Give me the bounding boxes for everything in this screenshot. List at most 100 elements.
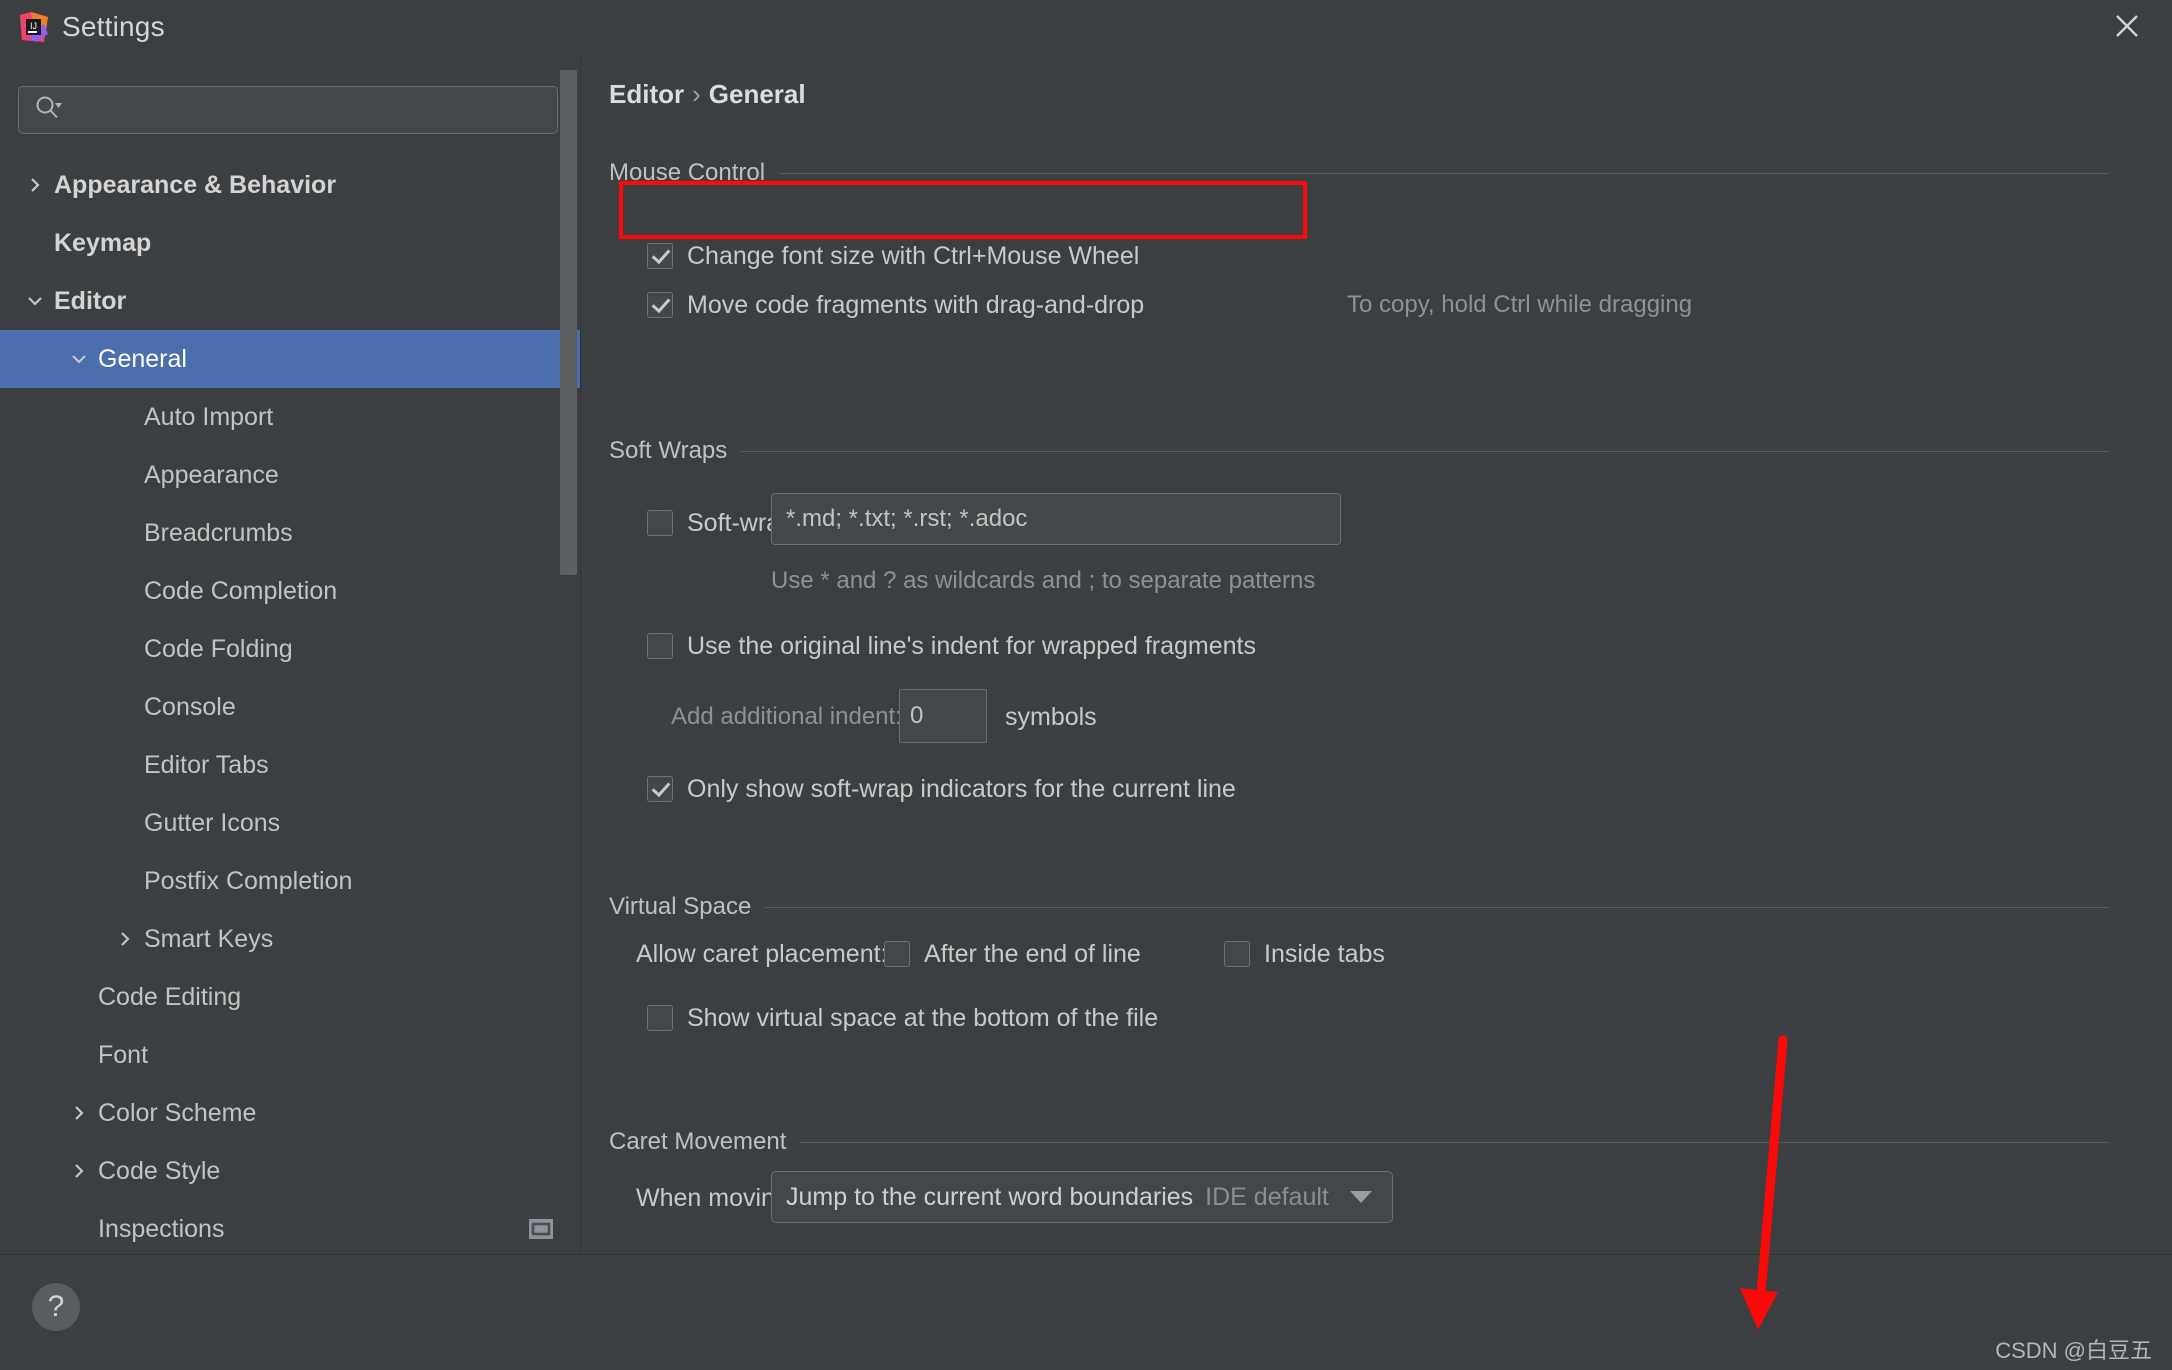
checkbox-only-show-indicators-row[interactable]: Only show soft-wrap indicators for the c… <box>647 774 1236 804</box>
wildcard-hint: Use * and ? as wildcards and ; to separa… <box>771 566 1315 596</box>
checkbox-move-code-fragments[interactable] <box>647 292 673 318</box>
checkbox-change-font-size-label: Change font size with Ctrl+Mouse Wheel <box>687 242 1140 270</box>
sidebar-item-console[interactable]: Console <box>0 678 580 736</box>
window-title: Settings <box>62 11 165 42</box>
sidebar-item-label: Code Editing <box>98 983 242 1011</box>
checkbox-show-virtual-space-row[interactable]: Show virtual space at the bottom of the … <box>647 1003 1158 1033</box>
sidebar-scrollbar[interactable] <box>557 56 579 1253</box>
sidebar-item-code-completion[interactable]: Code Completion <box>0 562 580 620</box>
sidebar-item-appearance[interactable]: Appearance <box>0 446 580 504</box>
sidebar-item-label: Editor Tabs <box>144 751 269 779</box>
sidebar-item-code-editing[interactable]: Code Editing <box>0 968 580 1026</box>
sidebar-item-label: Appearance & Behavior <box>54 171 337 199</box>
sidebar-scrollbar-thumb[interactable] <box>560 70 577 575</box>
help-button[interactable]: ? <box>32 1283 80 1331</box>
checkbox-original-indent[interactable] <box>647 633 673 659</box>
checkbox-only-show-indicators[interactable] <box>647 776 673 802</box>
section-mouse-control: Mouse Control <box>609 160 2109 186</box>
checkbox-inside-tabs-label: Inside tabs <box>1264 940 1385 968</box>
sidebar-item-label: Color Scheme <box>98 1099 257 1127</box>
sidebar-item-color-scheme[interactable]: Color Scheme <box>0 1084 580 1142</box>
chevron-down-icon[interactable] <box>24 290 46 312</box>
section-divider <box>800 1141 2109 1143</box>
sidebar-item-label: Code Completion <box>144 577 338 605</box>
chevron-right-icon[interactable] <box>24 174 46 196</box>
sidebar-item-label: Console <box>144 693 236 721</box>
chevron-down-icon[interactable] <box>1350 1191 1372 1203</box>
section-title-mouse-control: Mouse Control <box>609 159 766 186</box>
sidebar-item-editor[interactable]: Editor <box>0 272 580 330</box>
sidebar-item-label: Editor <box>54 287 127 315</box>
checkbox-show-virtual-space[interactable] <box>647 1005 673 1031</box>
title-bar: IJ Settings <box>0 0 2172 56</box>
settings-sidebar: Appearance & Behavior Keymap Editor General… <box>0 56 581 1253</box>
additional-indent-input[interactable] <box>899 689 987 743</box>
checkbox-inside-tabs[interactable] <box>1224 941 1250 967</box>
checkbox-change-font-size-row[interactable]: Change font size with Ctrl+Mouse Wheel <box>647 241 1139 271</box>
section-title-soft-wraps: Soft Wraps <box>609 437 728 464</box>
sidebar-item-smart-keys[interactable]: Smart Keys <box>0 910 580 968</box>
sidebar-item-breadcrumbs[interactable]: Breadcrumbs <box>0 504 580 562</box>
close-icon[interactable] <box>2090 0 2164 52</box>
wildcard-hint-text: Use * and ? as wildcards and ; to separa… <box>771 567 1316 594</box>
settings-content-panel: Editor › General Mouse Control Change font… <box>581 56 2172 1253</box>
checkbox-inside-tabs-row[interactable]: Inside tabs <box>1224 939 1385 969</box>
checkbox-original-indent-label: Use the original line's indent for wrapp… <box>687 632 1256 660</box>
checkbox-show-virtual-space-label: Show virtual space at the bottom of the … <box>687 1004 1159 1032</box>
settings-dialog: IJ Settings Appearance & Behavior Keymap… <box>0 0 2172 1370</box>
sidebar-item-gutter-icons[interactable]: Gutter Icons <box>0 794 580 852</box>
sidebar-item-keymap[interactable]: Keymap <box>0 214 580 272</box>
settings-tree: Appearance & Behavior Keymap Editor General… <box>0 156 580 1253</box>
sidebar-item-label: Appearance <box>144 461 279 489</box>
breadcrumb-current: General <box>708 79 806 109</box>
sidebar-item-label: Smart Keys <box>144 925 274 953</box>
search-icon <box>33 93 63 128</box>
sidebar-item-label: General <box>98 345 187 373</box>
sidebar-item-font[interactable]: Font <box>0 1026 580 1084</box>
chevron-down-icon[interactable] <box>68 348 90 370</box>
checkbox-change-font-size[interactable] <box>647 243 673 269</box>
checkbox-after-end-of-line[interactable] <box>884 941 910 967</box>
breadcrumb-separator: › <box>692 79 701 109</box>
breadcrumb-root[interactable]: Editor <box>609 79 684 109</box>
drag-and-drop-hint-text: To copy, hold Ctrl while dragging <box>1347 291 1693 318</box>
sidebar-item-label: Font <box>98 1041 149 1069</box>
section-title-virtual-space: Virtual Space <box>609 893 752 920</box>
dialog-footer: ? OK Cancel Apply CSDN @白豆五 <box>0 1254 2172 1370</box>
allow-caret-placement-label-wrap: Allow caret placement: <box>636 939 888 969</box>
search-box[interactable] <box>18 86 558 134</box>
chevron-right-icon[interactable] <box>68 1102 90 1124</box>
project-scope-icon <box>528 1218 554 1240</box>
sidebar-item-label: Code Style <box>98 1157 221 1185</box>
additional-indent-label-wrap: Add additional indent: <box>671 702 902 732</box>
when-moving-by-words-dropdown[interactable]: Jump to the current word boundaries IDE … <box>771 1171 1393 1223</box>
section-virtual-space: Virtual Space <box>609 894 2109 920</box>
sidebar-item-general[interactable]: General <box>0 330 580 388</box>
allow-caret-placement-label: Allow caret placement: <box>636 940 888 968</box>
search-input[interactable] <box>63 98 557 122</box>
checkbox-soft-wrap-files[interactable] <box>647 510 673 536</box>
checkbox-move-code-fragments-label: Move code fragments with drag-and-drop <box>687 291 1145 319</box>
sidebar-item-editor-tabs[interactable]: Editor Tabs <box>0 736 580 794</box>
sidebar-item-label: Auto Import <box>144 403 274 431</box>
checkbox-move-code-fragments-row[interactable]: Move code fragments with drag-and-drop <box>647 290 1144 320</box>
sidebar-item-label: Inspections <box>98 1215 225 1243</box>
drag-and-drop-hint: To copy, hold Ctrl while dragging <box>1347 290 1692 320</box>
sidebar-item-label: Postfix Completion <box>144 867 353 895</box>
checkbox-after-end-of-line-row[interactable]: After the end of line <box>884 939 1141 969</box>
checkbox-original-indent-row[interactable]: Use the original line's indent for wrapp… <box>647 631 1256 661</box>
sidebar-item-appearance-behavior[interactable]: Appearance & Behavior <box>0 156 580 214</box>
watermark: CSDN @白豆五 <box>1995 1338 2152 1363</box>
section-title-caret-movement: Caret Movement <box>609 1128 787 1155</box>
soft-wrap-files-input[interactable] <box>771 493 1341 545</box>
sidebar-item-auto-import[interactable]: Auto Import <box>0 388 580 446</box>
additional-indent-units: symbols <box>1005 703 1097 731</box>
sidebar-item-code-style[interactable]: Code Style <box>0 1142 580 1200</box>
sidebar-item-postfix-completion[interactable]: Postfix Completion <box>0 852 580 910</box>
chevron-right-icon[interactable] <box>68 1160 90 1182</box>
chevron-right-icon[interactable] <box>114 928 136 950</box>
sidebar-item-label: Keymap <box>54 229 152 257</box>
when-moving-by-words-value: Jump to the current word boundaries <box>786 1183 1194 1211</box>
sidebar-item-inspections[interactable]: Inspections <box>0 1200 580 1253</box>
sidebar-item-code-folding[interactable]: Code Folding <box>0 620 580 678</box>
